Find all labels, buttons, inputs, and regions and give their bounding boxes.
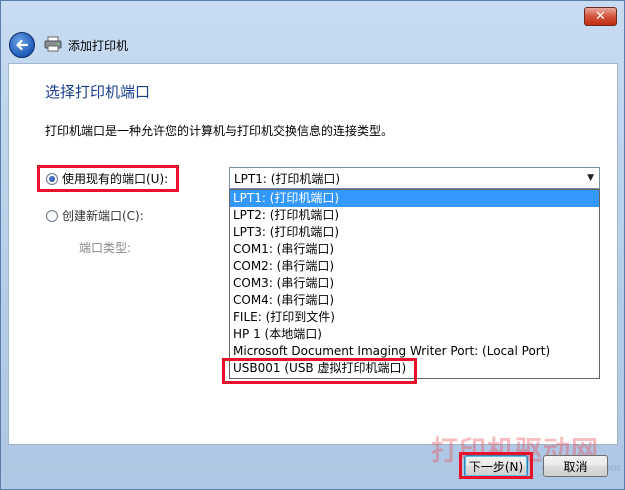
cancel-button-label: 取消 <box>563 459 588 474</box>
port-option[interactable]: FILE: (打印到文件) <box>230 309 599 326</box>
port-option[interactable]: COM2: (串行端口) <box>230 258 599 275</box>
port-option[interactable]: COM3: (串行端口) <box>230 275 599 292</box>
add-printer-window: ✕ 添加打印机 选择打印机端口 打印机端口是一种允许您的计算机与打印机交换信息的… <box>0 0 625 490</box>
port-select-value: LPT1: (打印机端口) <box>234 171 341 186</box>
port-select[interactable]: LPT1: (打印机端口) ▼ <box>229 167 600 189</box>
annotation-highlight-usb-port <box>222 358 417 384</box>
port-option[interactable]: COM4: (串行端口) <box>230 292 599 309</box>
chevron-down-icon[interactable]: ▼ <box>587 173 594 183</box>
page-description: 打印机端口是一种允许您的计算机与打印机交换信息的连接类型。 <box>45 124 394 138</box>
port-option[interactable]: LPT1: (打印机端口) <box>230 190 599 207</box>
port-option[interactable]: HP 1 (本地端口) <box>230 326 599 343</box>
close-icon: ✕ <box>595 9 606 24</box>
back-button[interactable] <box>9 32 35 58</box>
close-button[interactable]: ✕ <box>584 7 617 26</box>
port-type-label: 端口类型: <box>79 241 132 255</box>
create-new-port-label[interactable]: 创建新端口(C): <box>62 207 144 224</box>
page-title: 选择打印机端口 <box>45 83 151 101</box>
create-new-port-radio[interactable] <box>46 210 58 222</box>
back-arrow-icon <box>16 39 29 51</box>
annotation-highlight-existing-port <box>37 165 179 192</box>
window-title: 添加打印机 <box>68 39 129 53</box>
port-option[interactable]: COM1: (串行端口) <box>230 241 599 258</box>
printer-icon <box>44 36 62 52</box>
port-option[interactable]: LPT3: (打印机端口) <box>230 224 599 241</box>
port-option[interactable]: LPT2: (打印机端口) <box>230 207 599 224</box>
port-dropdown-list[interactable]: LPT1: (打印机端口) LPT2: (打印机端口) LPT3: (打印机端口… <box>229 189 600 379</box>
cancel-button[interactable]: 取消 <box>543 455 608 477</box>
annotation-highlight-next-button <box>459 452 533 479</box>
